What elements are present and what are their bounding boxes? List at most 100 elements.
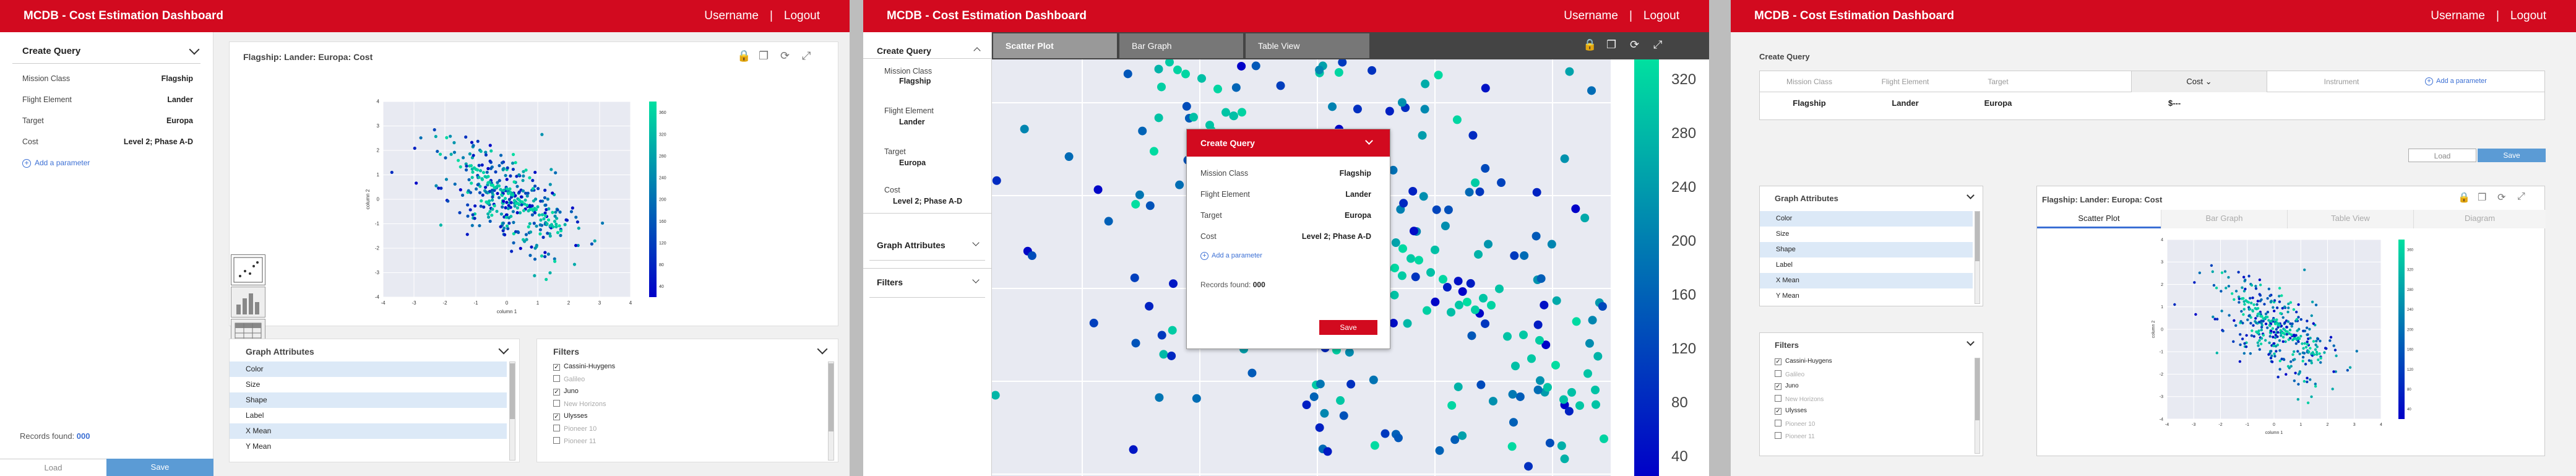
checkbox[interactable] [553,400,560,407]
load-button[interactable]: Load [2408,149,2476,162]
column-instrument[interactable]: Instrument [2267,77,2416,86]
scrollbar[interactable] [1975,211,1980,304]
checkbox[interactable] [1775,395,1781,402]
load-button[interactable]: Load [0,459,106,476]
add-parameter-link[interactable]: + Add a parameter [1200,252,1262,260]
column-mission-class[interactable]: Mission Class [1760,77,1859,86]
column-cost[interactable]: Cost ⌄ [2131,71,2267,92]
graph-attributes-heading[interactable]: Graph Attributes [877,240,946,250]
param-value[interactable]: Flagship [162,74,193,83]
attribute-item[interactable]: Y Mean [1760,288,1973,304]
logout-link[interactable]: Logout [784,9,820,22]
filters-heading[interactable]: Filters [877,277,903,287]
username-link[interactable]: Username [2431,9,2485,22]
param-value[interactable]: Lander [1345,190,1371,199]
tab-bar-graph[interactable]: Bar Graph [2161,210,2287,228]
attribute-item[interactable]: Shape [1760,242,1973,257]
checkbox[interactable] [1775,432,1781,439]
attribute-item[interactable]: X Mean [1760,273,1973,288]
checkbox[interactable] [553,437,560,444]
filter-item[interactable]: Galileo [553,375,585,383]
checkbox[interactable] [553,375,560,382]
copy-icon[interactable]: ❐ [759,50,769,63]
param-value[interactable]: Level 2; Phase A-D [893,197,962,206]
lock-icon[interactable]: 🔒 [737,50,751,63]
attribute-item[interactable]: Color [1760,211,1973,227]
filter-item[interactable]: Pioneer 11 [1775,432,1815,440]
add-parameter-link[interactable]: + Add a parameter [2425,77,2487,85]
create-query-heading[interactable]: Create Query [877,46,931,56]
expand-icon[interactable]: ⤢ [2517,191,2525,202]
logout-link[interactable]: Logout [1643,9,1679,22]
tab-scatter-plot[interactable]: Scatter Plot [993,33,1117,58]
checkbox[interactable]: ✓ [553,413,560,420]
param-value[interactable]: Level 2; Phase A-D [1302,232,1371,241]
checkbox[interactable] [553,425,560,431]
add-parameter-link[interactable]: + Add a parameter [22,158,90,168]
scrollbar[interactable] [1975,358,1980,454]
attribute-item[interactable]: Shape [230,392,507,408]
tab-bar-graph[interactable]: Bar Graph [1119,33,1243,58]
filter-item[interactable]: ✓ Juno [553,387,579,396]
filter-item[interactable]: ✓ Ulysses [1775,407,1807,415]
lock-icon[interactable]: 🔒 [2458,191,2470,204]
param-value[interactable]: Europa [1345,211,1371,220]
param-value[interactable]: Flagship [1340,169,1371,178]
filter-item[interactable]: ✓ Cassini-Huygens [1775,358,1832,365]
username-link[interactable]: Username [1564,9,1618,22]
bar-type-button[interactable] [231,287,265,318]
attribute-item[interactable]: Label [230,408,507,423]
attribute-item[interactable]: Y Mean [230,439,507,454]
attribute-item[interactable]: Label [1760,257,1973,273]
chevron-up-icon[interactable] [973,47,981,54]
scatter-type-button[interactable] [231,254,265,285]
save-button[interactable]: Save [106,459,213,476]
chevron-down-icon[interactable] [189,44,200,55]
create-query-heading[interactable]: Create Query [22,46,80,56]
filter-item[interactable]: Pioneer 10 [1775,420,1815,428]
chevron-down-icon[interactable] [1966,338,1975,346]
param-value[interactable]: Europa [166,116,193,125]
filter-item[interactable]: ✓ Cassini-Huygens [553,363,615,371]
attribute-item[interactable]: Color [230,361,507,377]
checkbox[interactable]: ✓ [1775,408,1781,415]
param-value[interactable]: Lander [167,95,193,104]
filter-item[interactable]: New Horizons [553,400,606,408]
chevron-down-icon[interactable] [817,344,828,355]
checkbox[interactable]: ✓ [553,389,560,396]
tab-table-view[interactable]: Table View [1246,33,1369,58]
save-button[interactable]: Save [2478,149,2546,162]
param-value[interactable]: Flagship [899,77,931,85]
logout-link[interactable]: Logout [2510,9,2546,22]
attribute-item[interactable]: X Mean [230,423,507,439]
attribute-item[interactable]: Size [1760,227,1973,242]
attribute-item[interactable]: Size [230,377,507,392]
filter-item[interactable]: Pioneer 10 [553,425,597,433]
chevron-down-icon[interactable] [1966,191,1975,199]
checkbox[interactable]: ✓ [1775,383,1781,390]
filter-item[interactable]: Pioneer 11 [553,437,596,445]
filter-item[interactable]: ✓ Juno [1775,383,1799,390]
chevron-down-icon[interactable] [972,276,980,283]
filter-item[interactable]: New Horizons [1775,395,1824,403]
tab-diagram[interactable]: Diagram [2413,210,2546,228]
chevron-down-icon[interactable] [498,344,509,355]
column-flight-element[interactable]: Flight Element [1859,77,1952,86]
lock-icon[interactable]: 🔒 [1583,38,1596,51]
column-target[interactable]: Target [1952,77,2044,86]
scrollbar[interactable] [509,361,515,461]
scrollbar[interactable] [828,361,834,461]
save-button[interactable]: Save [1319,320,1377,335]
checkbox[interactable] [1775,370,1781,377]
copy-icon[interactable]: ❐ [1606,38,1616,51]
username-link[interactable]: Username [704,9,759,22]
filter-item[interactable]: Galileo [1775,370,1804,378]
expand-icon[interactable]: ⤢ [802,50,811,63]
param-value[interactable]: Lander [899,118,925,126]
param-value[interactable]: Level 2; Phase A-D [124,137,193,146]
filter-item[interactable]: ✓ Ulysses [553,412,588,420]
refresh-icon[interactable]: ⟳ [2497,191,2505,204]
refresh-icon[interactable]: ⟳ [1630,38,1639,51]
checkbox[interactable]: ✓ [553,364,560,371]
checkbox[interactable]: ✓ [1775,358,1781,365]
